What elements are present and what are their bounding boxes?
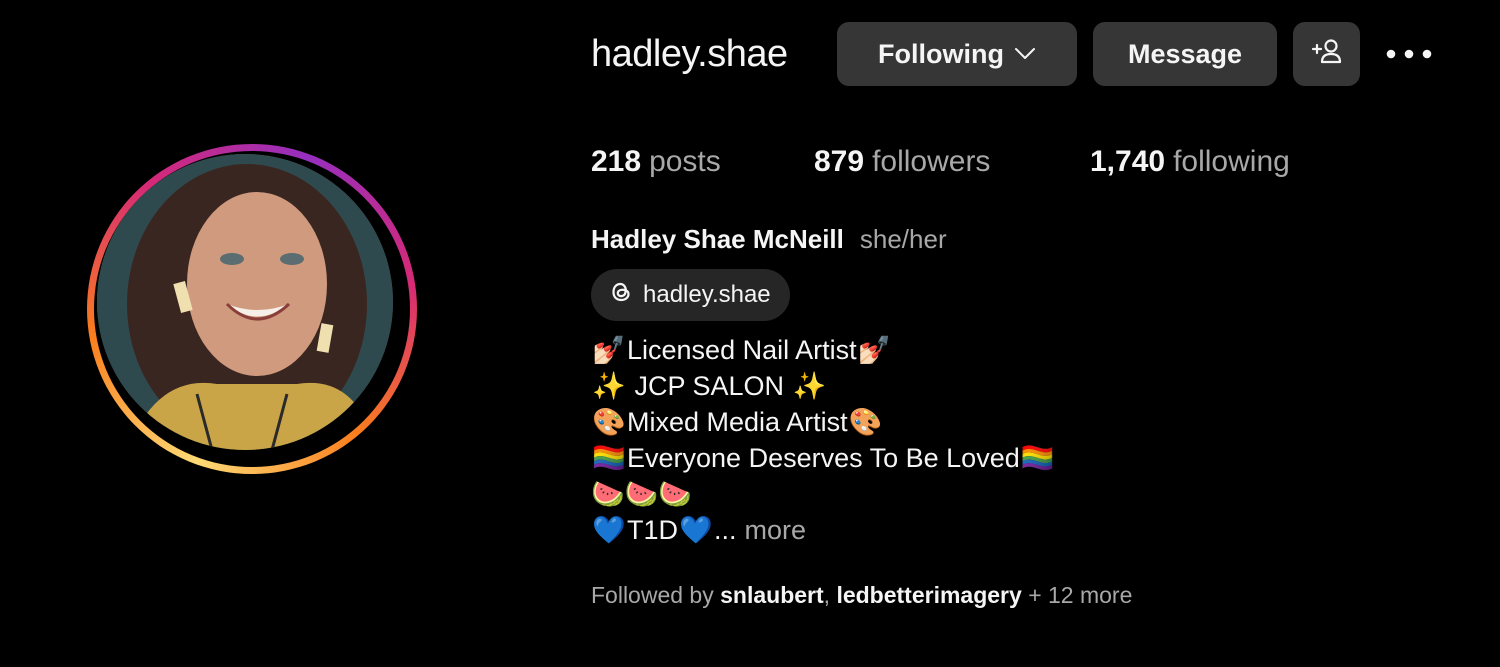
suggested-accounts-button[interactable] bbox=[1293, 22, 1360, 86]
nail-polish-emoji: 💅🏻 bbox=[592, 335, 626, 366]
following-count: 1,740 bbox=[1090, 145, 1166, 178]
following-label: following bbox=[1173, 145, 1290, 178]
posts-label: posts bbox=[649, 145, 721, 178]
followers-label: followers bbox=[872, 145, 991, 178]
bio-line: ✨ JCP SALON ✨ bbox=[591, 368, 1056, 404]
bio-line: 🍉🍉🍉 bbox=[591, 476, 1056, 512]
profile-full-name-row: Hadley Shae McNeill she/her bbox=[591, 222, 947, 256]
profile-bio: 💅🏻Licensed Nail Artist💅🏻 ✨ JCP SALON ✨ 🎨… bbox=[591, 332, 1056, 548]
message-button[interactable]: Message bbox=[1093, 22, 1277, 86]
bio-text: JCP SALON bbox=[627, 371, 792, 401]
bio-text: Everyone Deserves To Be Loved bbox=[627, 443, 1020, 473]
avatar-story-ring[interactable] bbox=[87, 144, 417, 474]
stat-posts: 218 posts bbox=[591, 140, 721, 184]
nail-polish-emoji: 💅🏻 bbox=[857, 335, 892, 366]
sparkles-emoji: ✨ bbox=[592, 371, 626, 402]
rainbow-flag-emoji: 🏳️‍🌈 bbox=[1020, 443, 1055, 474]
followed-by-account[interactable]: snlaubert bbox=[720, 582, 824, 608]
followed-by-prefix: Followed by bbox=[591, 582, 714, 608]
message-button-label: Message bbox=[1127, 38, 1243, 69]
profile-username: hadley.shae bbox=[591, 33, 788, 75]
avatar-photo bbox=[97, 154, 393, 450]
followers-count: 879 bbox=[814, 145, 865, 178]
chevron-down-icon bbox=[1014, 47, 1036, 61]
profile-full-name: Hadley Shae McNeill bbox=[591, 224, 844, 254]
bio-line: 💅🏻Licensed Nail Artist💅🏻 bbox=[591, 332, 1056, 368]
following-button-label: Following bbox=[878, 38, 1004, 69]
stat-following[interactable]: 1,740 following bbox=[1090, 140, 1290, 184]
rainbow-flag-emoji: 🏳️‍🌈 bbox=[592, 443, 626, 474]
bio-text: Licensed Nail Artist bbox=[627, 335, 857, 365]
bio-more-link[interactable]: more bbox=[745, 515, 807, 545]
posts-count: 218 bbox=[591, 145, 642, 178]
artist-palette-emoji: 🎨 bbox=[592, 407, 626, 438]
bio-ellipsis: ... bbox=[714, 515, 737, 545]
more-horizontal-icon bbox=[1386, 49, 1432, 59]
bio-line: 🎨Mixed Media Artist🎨 bbox=[591, 404, 1056, 440]
stat-followers[interactable]: 879 followers bbox=[814, 140, 990, 184]
blue-heart-emoji: 💙 bbox=[592, 515, 626, 546]
bio-text: Mixed Media Artist bbox=[627, 407, 848, 437]
followed-by-separator: , bbox=[823, 582, 831, 608]
following-button[interactable]: Following bbox=[837, 22, 1077, 86]
artist-palette-emoji: 🎨 bbox=[848, 407, 883, 438]
followed-by-more[interactable]: + 12 more bbox=[1028, 582, 1132, 608]
threads-link[interactable]: hadley.shae bbox=[591, 269, 790, 321]
more-options-button[interactable] bbox=[1384, 40, 1434, 68]
bio-text: T1D bbox=[627, 515, 679, 545]
profile-pronouns: she/her bbox=[859, 224, 947, 254]
blue-heart-emoji: 💙 bbox=[679, 515, 713, 546]
followed-by-account[interactable]: ledbetterimagery bbox=[836, 582, 1021, 608]
followed-by[interactable]: Followed by snlaubert, ledbetterimagery … bbox=[591, 580, 1132, 610]
threads-icon bbox=[607, 278, 635, 313]
bio-line: 💙T1D💙... more bbox=[591, 512, 1056, 548]
watermelon-emoji: 🍉🍉🍉 bbox=[591, 479, 692, 509]
bio-line: 🏳️‍🌈Everyone Deserves To Be Loved🏳️‍🌈 bbox=[591, 440, 1056, 476]
threads-handle: hadley.shae bbox=[643, 281, 771, 308]
person-add-icon bbox=[1311, 37, 1343, 72]
avatar[interactable] bbox=[97, 154, 393, 450]
sparkles-emoji: ✨ bbox=[792, 371, 827, 402]
